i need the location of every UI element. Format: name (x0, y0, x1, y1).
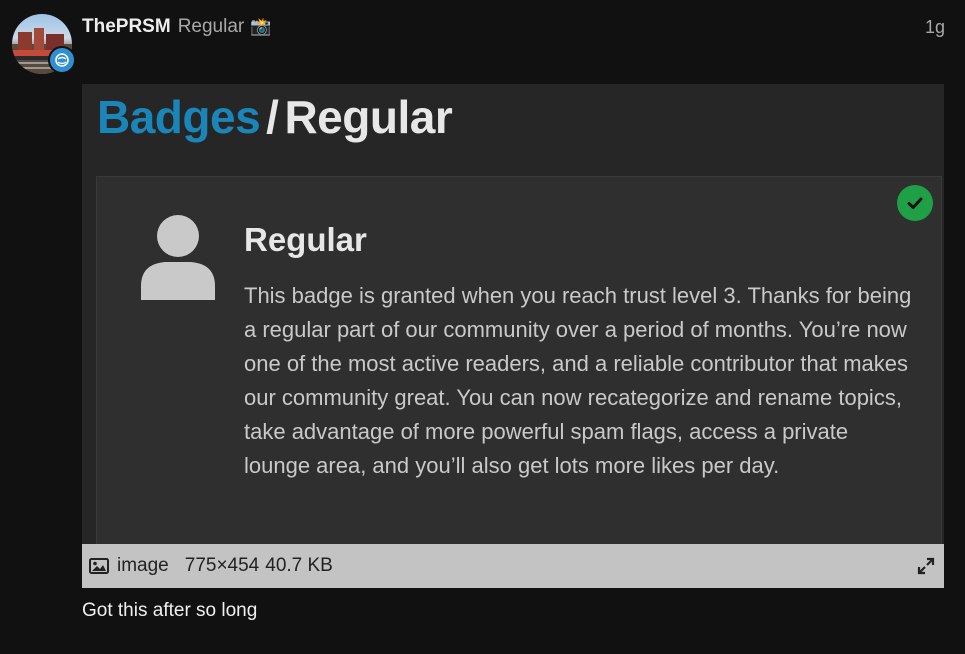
user-icon (139, 214, 217, 305)
breadcrumb-current: Regular (284, 91, 453, 143)
image-filesize: 40.7 KB (265, 555, 333, 576)
post-body-text: Got this after so long (82, 600, 258, 621)
image-icon (89, 558, 109, 574)
check-circle-icon (897, 185, 933, 221)
username[interactable]: ThePRSM (82, 16, 171, 38)
breadcrumb-separator: / (266, 91, 279, 143)
breadcrumb: Badges / Regular (97, 90, 453, 144)
camera-flash-emoji-icon: 📸 (250, 17, 272, 36)
post-date[interactable]: 1g (925, 17, 945, 38)
badge-title: Regular (244, 221, 367, 258)
image-filename: image (117, 555, 169, 576)
expand-icon[interactable] (916, 556, 936, 576)
image-lightbox[interactable]: Badges / Regular Regular This badge is gra… (82, 84, 944, 588)
image-meta-bar: image 775×454 40.7 KB (82, 544, 944, 588)
user-avatar[interactable] (12, 14, 76, 74)
badge-description: This badge is granted when you reach tru… (244, 283, 912, 478)
trust-flair-icon (48, 46, 76, 74)
post-header: ThePRSM Regular 📸 1g (82, 15, 945, 39)
user-title: Regular (177, 16, 245, 37)
image-dimensions: 775×454 (184, 555, 260, 576)
breadcrumb-badges-link: Badges (97, 91, 261, 143)
badge-card: Regular This badge is granted when you r… (96, 176, 942, 558)
